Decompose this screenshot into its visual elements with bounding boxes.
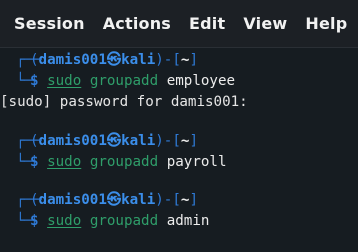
menu-view[interactable]: View	[243, 14, 287, 33]
terminal-window: Session Actions Edit View Help ┌── (damis…	[0, 0, 358, 252]
terminal-output[interactable]: ┌── (damis001㉿kali)-[~] └─ $ sudo groupadd…	[0, 48, 358, 252]
command-sudo: sudo	[47, 154, 82, 170]
command-arg: employee	[166, 73, 236, 89]
prompt-separator: )-[	[155, 133, 181, 149]
menu-help[interactable]: Help	[305, 14, 347, 33]
prompt-at-symbol: ㉿	[106, 192, 122, 208]
command-arg: payroll	[166, 154, 227, 170]
prompt-close-bracket: ]	[189, 52, 198, 68]
command-line: └─ $ sudo groupadd payroll	[16, 152, 358, 173]
menu-edit[interactable]: Edit	[189, 14, 225, 33]
command-line: └─ $ sudo groupadd employee	[16, 71, 358, 92]
command-arg: admin	[166, 213, 210, 229]
menu-actions[interactable]: Actions	[103, 14, 171, 33]
prompt-host: kali	[121, 133, 156, 149]
command-line: └─ $ sudo groupadd admin	[16, 211, 358, 232]
prompt-corner-top: ┌──	[16, 133, 42, 149]
prompt-user: damis001	[38, 133, 107, 149]
prompt-corner-bottom: └─	[16, 73, 34, 89]
menu-bar: Session Actions Edit View Help	[0, 0, 358, 48]
output-line: [sudo] password for damis001:	[0, 92, 358, 113]
prompt-user: damis001	[38, 192, 107, 208]
command-sudo: sudo	[47, 213, 82, 229]
menu-session[interactable]: Session	[14, 14, 85, 33]
prompt-separator: )-[	[155, 192, 181, 208]
prompt-close-bracket: ]	[189, 192, 198, 208]
prompt-corner-top: ┌──	[16, 52, 42, 68]
prompt-at-symbol: ㉿	[106, 133, 122, 149]
sudo-password-prompt: [sudo] password for damis001:	[0, 94, 248, 110]
prompt-line: ┌── (damis001㉿kali)-[~]	[16, 50, 358, 71]
prompt-line: ┌── (damis001㉿kali)-[~]	[16, 190, 358, 211]
prompt-close-bracket: ]	[189, 133, 198, 149]
prompt-corner-top: ┌──	[16, 192, 42, 208]
prompt-line: ┌── (damis001㉿kali)-[~]	[16, 131, 358, 152]
prompt-user: damis001	[38, 52, 107, 68]
prompt-corner-bottom: └─	[16, 154, 34, 170]
prompt-at-symbol: ㉿	[106, 52, 122, 68]
prompt-corner-bottom: └─	[16, 213, 34, 229]
prompt-host: kali	[121, 192, 156, 208]
command-name: groupadd	[89, 213, 159, 229]
prompt-separator: )-[	[155, 52, 181, 68]
prompt-host: kali	[121, 52, 156, 68]
command-name: groupadd	[89, 154, 159, 170]
command-sudo: sudo	[47, 73, 82, 89]
command-name: groupadd	[89, 73, 159, 89]
